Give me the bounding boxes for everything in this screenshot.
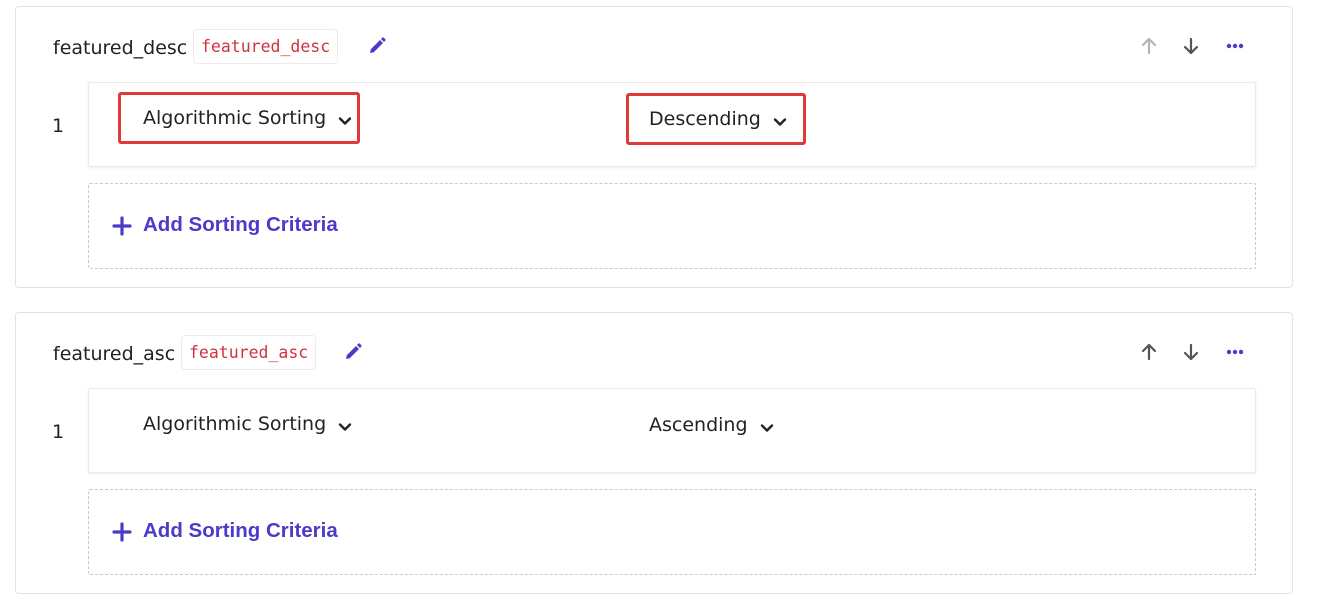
sort-field-select[interactable]: Algorithmic Sorting (118, 398, 360, 450)
arrow-down-icon[interactable] (1181, 36, 1201, 56)
more-horizontal-icon[interactable] (1225, 36, 1245, 56)
chevron-down-icon (760, 418, 774, 432)
sort-order-select[interactable]: Descending (626, 93, 806, 145)
add-sorting-criteria-label: Add Sorting Criteria (143, 213, 338, 236)
add-sorting-criteria-button[interactable]: Add Sorting Criteria (88, 183, 1256, 269)
sort-order-value: Descending (649, 108, 761, 130)
sort-field-value: Algorithmic Sorting (143, 413, 327, 435)
plus-icon (112, 216, 132, 236)
sort-option-code-badge: featured_asc (181, 335, 317, 370)
sort-order-value: Ascending (649, 414, 748, 436)
arrow-down-icon[interactable] (1181, 342, 1201, 362)
criteria-row-index: 1 (52, 421, 65, 443)
sorting-criteria-row: Algorithmic Sorting Descending (88, 82, 1256, 167)
plus-icon (112, 522, 132, 542)
sort-option-card-featured-asc: featured_asc featured_asc 1 Algorithmic … (15, 312, 1293, 594)
arrow-up-icon[interactable] (1139, 36, 1159, 56)
chevron-down-icon (338, 111, 352, 125)
pencil-icon[interactable] (343, 342, 363, 362)
sort-option-card-featured-desc: featured_desc featured_desc 1 Algorithmi… (15, 6, 1293, 288)
sort-option-name: featured_asc (53, 343, 176, 365)
sort-field-value: Algorithmic Sorting (143, 107, 327, 129)
criteria-row-index: 1 (52, 115, 65, 137)
chevron-down-icon (773, 112, 787, 126)
more-horizontal-icon[interactable] (1225, 342, 1245, 362)
add-sorting-criteria-button[interactable]: Add Sorting Criteria (88, 489, 1256, 575)
chevron-down-icon (338, 417, 352, 431)
arrow-up-icon[interactable] (1139, 342, 1159, 362)
sort-field-select[interactable]: Algorithmic Sorting (118, 92, 360, 144)
sort-option-code-badge: featured_desc (193, 29, 339, 64)
pencil-icon[interactable] (367, 36, 387, 56)
sort-option-name: featured_desc (53, 37, 188, 59)
sort-order-select[interactable]: Ascending (626, 399, 806, 451)
sorting-criteria-row: Algorithmic Sorting Ascending (88, 388, 1256, 473)
add-sorting-criteria-label: Add Sorting Criteria (143, 519, 338, 542)
